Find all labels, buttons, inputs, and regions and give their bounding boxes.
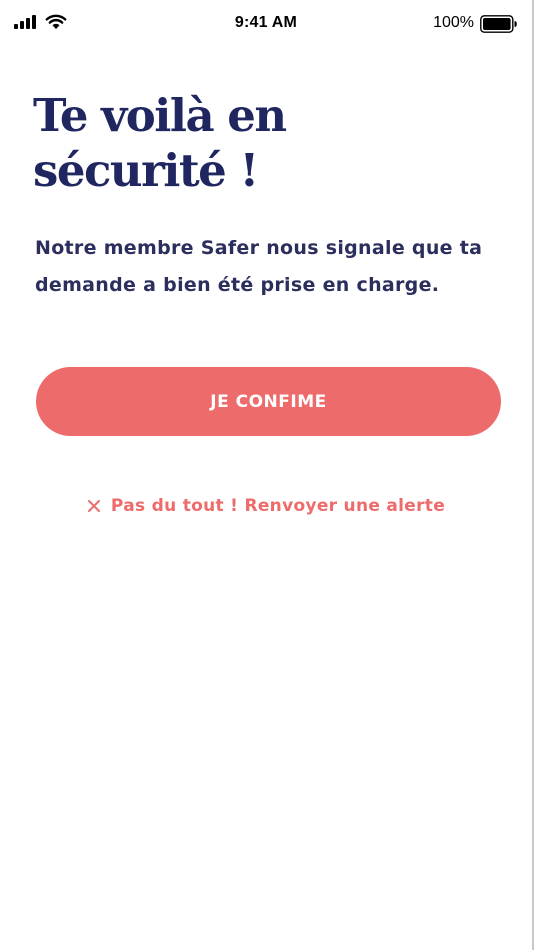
page-title: Te voilà en sécurité ! <box>33 88 493 198</box>
battery-percent: 100% <box>433 14 474 31</box>
close-icon <box>87 499 101 513</box>
page-title-line-1: Te voilà en <box>33 89 287 142</box>
battery-icon <box>480 15 517 33</box>
confirmation-message: Notre membre Safer nous signale que ta d… <box>35 237 483 296</box>
phone-screen: 9:41 AM 100% Te voilà en sécurité ! Notr… <box>0 0 534 950</box>
confirm-button-label: JE CONFIME <box>210 391 327 412</box>
confirm-button[interactable]: JE CONFIME <box>36 367 501 436</box>
page-title-line-2: sécurité ! <box>33 144 259 197</box>
status-bar: 9:41 AM 100% <box>0 0 532 50</box>
resend-alert-label: Pas du tout ! Renvoyer une alerte <box>110 496 446 516</box>
resend-alert-link[interactable]: Pas du tout ! Renvoyer une alerte <box>0 496 532 516</box>
